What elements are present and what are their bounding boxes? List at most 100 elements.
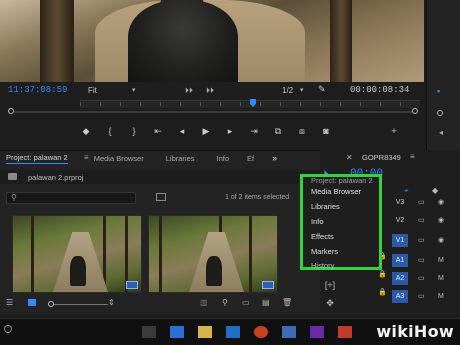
wrench-icon[interactable]: ✎ [318, 84, 326, 95]
step-back-icon[interactable]: ◂ [439, 128, 443, 137]
automate-icon[interactable]: ▥ [200, 298, 208, 307]
zoom-chevron-icon[interactable]: ▾ [132, 86, 136, 94]
menu-item-info[interactable]: Info [311, 217, 324, 226]
monitor-zoom-scrollbar[interactable] [8, 108, 418, 114]
lock-icon[interactable]: 🔒 [378, 288, 387, 296]
chrome-icon[interactable] [254, 326, 268, 338]
insert-icon[interactable]: ⧉ [272, 126, 284, 136]
right-scroll-knob[interactable] [437, 110, 443, 116]
find-icon[interactable]: ⚲ [222, 298, 228, 307]
button-editor-icon[interactable]: + [388, 126, 400, 136]
sync-lock-icon[interactable]: ▭ [418, 271, 425, 286]
store-icon[interactable] [226, 326, 240, 338]
track-header[interactable]: A2 ▭ M [384, 271, 460, 286]
menu-item-markers[interactable]: Markers [311, 247, 338, 256]
cortana-icon[interactable] [4, 325, 12, 333]
list-view-icon[interactable]: ☰ [6, 298, 13, 307]
close-sequence-icon[interactable]: ✕ [346, 153, 353, 162]
sort-icon[interactable]: ⇕ [108, 298, 115, 307]
sync-lock-icon[interactable]: ▭ [418, 253, 425, 268]
premiere-icon[interactable] [310, 326, 324, 338]
app-icon[interactable] [338, 326, 352, 338]
go-to-out-icon[interactable]: ⇥ [248, 126, 260, 136]
scroll-end-handle[interactable] [412, 108, 418, 114]
app-icon[interactable] [282, 326, 296, 338]
zoom-slider-handle[interactable] [48, 301, 54, 307]
bin-filter-icon[interactable] [156, 193, 166, 201]
fast-forward-icon: ⏵⏵ [185, 86, 193, 95]
playhead-timecode[interactable]: 11:37:08:59 [8, 85, 67, 95]
mark-in-icon[interactable]: { [104, 126, 116, 136]
sync-lock-icon[interactable]: ▭ [418, 213, 425, 228]
zoom-select[interactable]: Fit [88, 86, 97, 95]
resolution-chevron-icon[interactable]: ▾ [300, 86, 304, 94]
mute-toggle[interactable]: M [438, 271, 444, 286]
marker-icon[interactable]: ◆ [432, 186, 438, 195]
step-back-icon[interactable]: ◂ [176, 126, 188, 136]
transport-controls: ◆ { } ⇤ ◂ ▶ ▸ ⇥ ⧉ ⧈ ◙ + [80, 124, 420, 138]
menu-header: Project: palawan 2 [311, 176, 373, 185]
menu-item-history[interactable]: History [311, 261, 334, 270]
edge-icon[interactable] [170, 326, 184, 338]
search-icon: ⚲ [11, 193, 17, 202]
mute-toggle[interactable]: M [438, 253, 444, 268]
ripple-edit-tool-icon[interactable]: [+] [323, 280, 337, 290]
track-label[interactable]: A3 [392, 290, 408, 303]
step-forward-icon[interactable]: ▸ [224, 126, 236, 136]
clip-thumbnail[interactable] [148, 215, 278, 293]
mute-toggle[interactable]: M [438, 289, 444, 304]
add-marker-icon[interactable]: ◆ [80, 126, 92, 136]
camera-icon[interactable]: ◙ [320, 126, 332, 136]
sync-lock-icon[interactable]: ▭ [418, 195, 425, 210]
menu-item-effects[interactable]: Effects [311, 232, 334, 241]
folder-icon [8, 173, 17, 180]
go-to-in-icon[interactable]: ⇤ [152, 126, 164, 136]
track-label[interactable]: A2 [392, 272, 408, 285]
panel-menu-icon[interactable]: ≡ [84, 153, 89, 162]
trash-icon[interactable]: 🗑 [282, 298, 292, 307]
tab-libraries[interactable]: Libraries [166, 154, 195, 163]
scroll-start-handle[interactable] [8, 108, 14, 114]
tab-media-browser[interactable]: Media Browser [94, 154, 144, 163]
track-header[interactable]: A3 ▭ M [384, 289, 460, 304]
program-monitor [0, 0, 424, 128]
play-icon[interactable]: ▶ [200, 126, 212, 136]
track-label[interactable]: V3 [392, 196, 408, 209]
rate-stretch-tool-icon[interactable]: ✥ [323, 298, 337, 309]
new-bin-icon[interactable]: ▭ [242, 298, 250, 307]
track-header[interactable]: V3 ▭ ◉ [384, 195, 460, 210]
sync-lock-icon[interactable]: ▭ [418, 233, 425, 248]
resolution-select[interactable]: 1/2 [282, 86, 293, 95]
timeline-menu-icon[interactable]: ≡ [410, 152, 415, 161]
tab-sequence[interactable]: GOPR8349 [362, 153, 401, 162]
overwrite-icon[interactable]: ⧈ [296, 126, 308, 136]
file-explorer-icon[interactable] [198, 326, 212, 338]
clip-thumbnail[interactable] [12, 215, 142, 293]
mark-out-icon[interactable]: } [128, 126, 140, 136]
menu-item-media-browser[interactable]: Media Browser [311, 187, 361, 196]
track-label[interactable]: A1 [392, 254, 408, 267]
wikihow-watermark: wikiHow [376, 322, 454, 341]
task-view-icon[interactable] [142, 326, 156, 338]
track-header[interactable]: A1 ▭ M [384, 253, 460, 268]
thumbnail-zoom-slider[interactable] [48, 301, 108, 307]
track-header[interactable]: V1 ▭ ◉ [384, 233, 460, 248]
tab-overflow-button[interactable]: » [272, 153, 277, 163]
track-label[interactable]: V1 [392, 234, 408, 247]
track-label[interactable]: V2 [392, 214, 408, 227]
right-timecode-fragment-icon: ▪ [437, 86, 441, 96]
tab-project[interactable]: Project: palawan 2 [6, 153, 68, 164]
sync-lock-icon[interactable]: ▭ [418, 289, 425, 304]
icon-view-icon[interactable] [28, 299, 36, 306]
project-search-input[interactable]: ⚲ [6, 192, 136, 204]
eye-icon[interactable]: ◉ [438, 195, 444, 210]
eye-icon[interactable]: ◉ [438, 213, 444, 228]
lock-icon[interactable]: 🔒 [378, 270, 387, 278]
menu-item-libraries[interactable]: Libraries [311, 202, 340, 211]
tab-effects-truncated[interactable]: Ef [247, 154, 254, 163]
duration-timecode: 00:00:08:34 [350, 85, 410, 95]
eye-icon[interactable]: ◉ [438, 233, 444, 248]
tab-info[interactable]: Info [217, 154, 230, 163]
track-header[interactable]: V2 ▭ ◉ [384, 213, 460, 228]
new-item-icon[interactable]: ▤ [262, 298, 270, 307]
